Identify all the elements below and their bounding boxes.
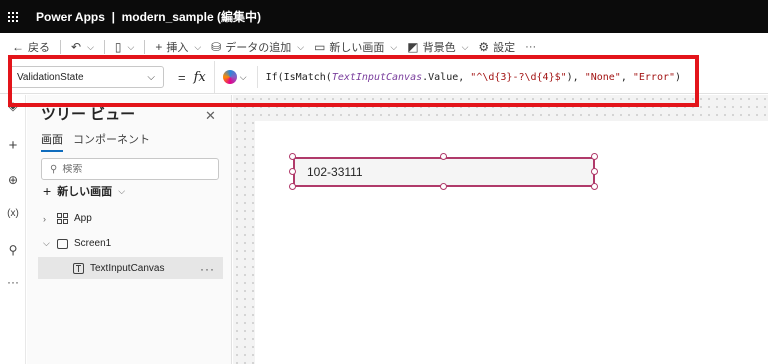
undo-icon: ↶	[71, 40, 82, 54]
variables-icon[interactable]: (x)	[0, 208, 26, 219]
app-launcher-icon[interactable]	[8, 11, 18, 22]
tree-node-screen1[interactable]: ⌵ Screen1	[43, 238, 111, 249]
insert-button[interactable]: + 挿入 ⌵	[155, 39, 201, 55]
equals-sign: =	[178, 69, 186, 85]
tree-node-label: Screen1	[74, 238, 112, 249]
resize-handle[interactable]	[591, 168, 598, 175]
add-data-button[interactable]: ⛁ データの追加 ⌵	[211, 39, 304, 55]
chevron-right-icon[interactable]: ›	[43, 214, 51, 224]
formula-token: If(IsMatch(	[265, 71, 332, 83]
title-bar: Power Apps | modern_sample (編集中)	[0, 0, 768, 33]
background-color-button[interactable]: ◩ 背景色 ⌵	[407, 39, 468, 55]
tab-screens[interactable]: 画面	[41, 131, 63, 152]
back-label: 戻る	[28, 42, 50, 54]
gear-icon: ⚙	[478, 40, 490, 54]
background-label: 背景色	[422, 42, 456, 54]
divider	[60, 40, 61, 54]
resize-handle[interactable]	[440, 183, 447, 190]
tree-node-app[interactable]: › App	[43, 213, 92, 224]
insert-label: 挿入	[166, 42, 189, 54]
add-data-label: データの追加	[225, 42, 292, 54]
database-icon: ⛁	[211, 40, 222, 54]
formula-editor[interactable]: If(IsMatch(TextInputCanvas.Value, "^\d{3…	[266, 72, 681, 83]
resize-handle[interactable]	[591, 183, 598, 190]
tree-node-label: App	[74, 213, 92, 224]
text-input-value: 102-33111	[307, 165, 363, 179]
new-screen-label: 新しい画面	[57, 186, 113, 198]
app-icon	[57, 213, 68, 224]
more-icon: ···	[525, 41, 537, 53]
arrow-left-icon: ←	[12, 40, 24, 54]
chevron-down-icon: ⌵	[239, 71, 247, 82]
settings-button[interactable]: ⚙ 設定	[478, 39, 515, 55]
back-button[interactable]: ← 戻る	[12, 39, 50, 55]
formula-bar: ValidationState ⌵ = fx ⌵ If(IsMatch(Text…	[0, 60, 768, 94]
screen-icon	[57, 238, 68, 249]
divider	[144, 40, 146, 54]
chevron-down-icon: ⌵	[461, 41, 469, 52]
more-icon[interactable]: ···	[0, 275, 26, 289]
resize-handle[interactable]	[289, 183, 296, 190]
resize-handle[interactable]	[591, 153, 598, 160]
close-icon[interactable]: ✕	[205, 108, 216, 124]
tree-node-label: TextInputCanvas	[90, 262, 165, 274]
formula-area: ⌵ If(IsMatch(TextInputCanvas.Value, "^\d…	[213, 60, 768, 94]
tree-tabs: 画面 コンポーネント	[41, 131, 150, 152]
formula-token: )	[675, 71, 682, 83]
app-title: Power Apps | modern_sample (編集中)	[36, 10, 261, 24]
tree-search-box[interactable]: ⚲	[41, 158, 219, 180]
more-options-icon[interactable]: ···	[200, 262, 215, 276]
tree-node-textinputcanvas[interactable]: TextInputCanvas ···	[38, 257, 223, 279]
layers-icon[interactable]: ◈	[0, 99, 26, 113]
text-input-icon	[73, 262, 84, 274]
clipboard-icon: ▯	[114, 40, 122, 54]
formula-token: ,	[620, 71, 633, 83]
new-screen-icon: ▭	[314, 40, 326, 54]
property-dropdown[interactable]: ValidationState ⌵	[8, 66, 164, 88]
fx-icon: fx	[193, 69, 206, 85]
command-bar: ← 戻る ↶ ⌵ ▯ ⌵ + 挿入 ⌵ ⛁ データの追加 ⌵ ▭ 新しい画面 ⌵…	[0, 33, 768, 61]
new-screen-button[interactable]: + 新しい画面 ⌵	[43, 183, 125, 199]
formula-control-ref: TextInputCanvas	[331, 71, 423, 83]
paste-button[interactable]: ▯ ⌵	[115, 40, 134, 54]
left-rail: ◈ + ⊕ (x) ⚲ ···	[0, 95, 26, 364]
formula-none-string: "None"	[584, 71, 621, 83]
undo-button[interactable]: ↶ ⌵	[71, 40, 94, 54]
copilot-icon	[222, 70, 237, 84]
tree-search-input[interactable]	[62, 163, 203, 175]
tree-view-title: ツリー ビュー	[41, 106, 136, 123]
chevron-down-icon[interactable]: ⌵	[87, 42, 94, 53]
formula-regex-string: "^\d{3}-?\d{4}$"	[470, 71, 567, 83]
insert-icon[interactable]: +	[0, 137, 26, 154]
tree-view-panel: ツリー ビュー ✕ 画面 コンポーネント ⚲ + 新しい画面 ⌵ › App ⌵…	[27, 95, 232, 364]
chevron-down-icon: ⌵	[118, 185, 126, 196]
formula-error-string: "Error"	[632, 71, 676, 83]
property-value: ValidationState	[17, 71, 84, 83]
chevron-down-icon: ⌵	[147, 71, 155, 83]
more-commands-button[interactable]: ···	[525, 41, 536, 53]
data-icon[interactable]: ⊕	[0, 173, 26, 187]
tab-components[interactable]: コンポーネント	[73, 131, 150, 152]
divider	[256, 66, 258, 88]
chevron-down-icon[interactable]: ⌵	[128, 42, 135, 53]
settings-label: 設定	[493, 42, 516, 54]
formula-token: ),	[566, 71, 585, 83]
plus-icon: +	[43, 183, 52, 199]
new-screen-label: 新しい画面	[329, 42, 385, 54]
divider	[103, 40, 105, 54]
resize-handle[interactable]	[289, 168, 296, 175]
chevron-down-icon: ⌵	[390, 41, 398, 52]
chevron-down-icon[interactable]: ⌵	[43, 238, 51, 249]
paint-bucket-icon: ◩	[407, 40, 419, 54]
resize-handle[interactable]	[440, 153, 447, 160]
plus-icon: +	[155, 40, 163, 54]
formula-token: .Value,	[422, 71, 471, 83]
new-screen-button[interactable]: ▭ 新しい画面 ⌵	[314, 39, 397, 55]
resize-handle[interactable]	[289, 153, 296, 160]
search-icon: ⚲	[50, 163, 58, 175]
chevron-down-icon: ⌵	[194, 41, 202, 52]
search-icon[interactable]: ⚲	[0, 243, 26, 257]
copilot-button[interactable]: ⌵	[222, 70, 247, 84]
chevron-down-icon: ⌵	[297, 41, 305, 52]
